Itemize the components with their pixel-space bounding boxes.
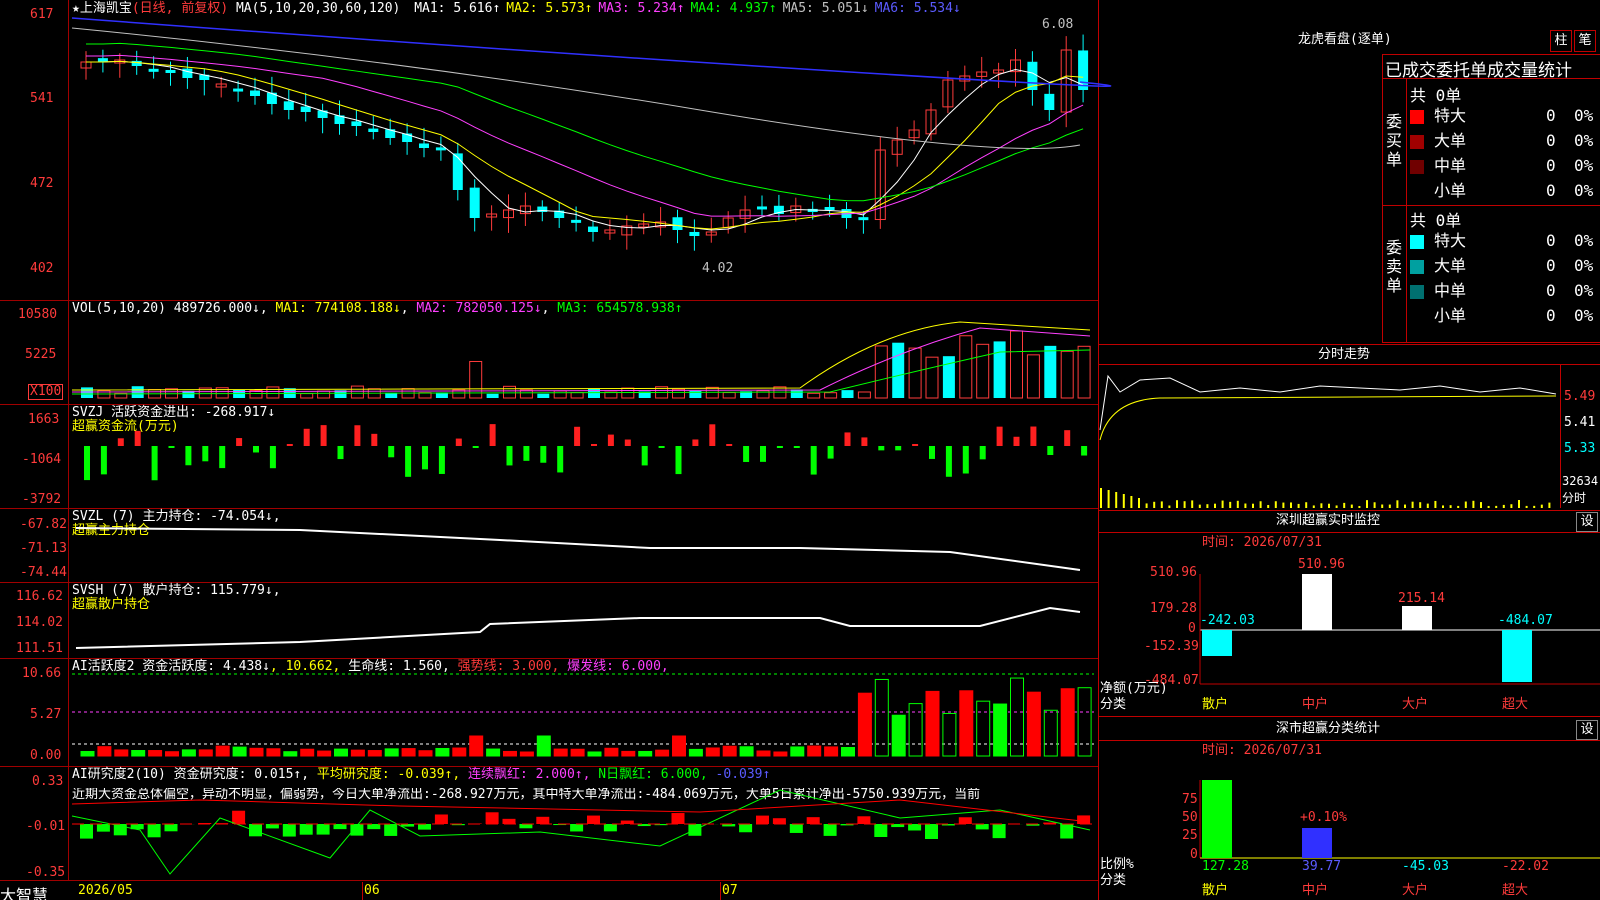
trend-vol-bar [1130, 496, 1133, 508]
trend-vol-bar [1100, 488, 1102, 508]
trend-vol-bar [1153, 501, 1156, 508]
trend-vol-bar [1449, 505, 1452, 508]
trend-vol-bar [1206, 504, 1209, 508]
trend-vol-bar [1115, 492, 1118, 508]
trend-vol-bar [1404, 504, 1406, 508]
trend-vol-bar [1312, 505, 1315, 508]
trend-vol-bar [1168, 505, 1171, 508]
trend-price-line [1099, 374, 1557, 431]
trend-vol-bar [1122, 494, 1125, 508]
trend-vol-bar [1495, 505, 1498, 508]
monitor-bar [1202, 630, 1232, 656]
trend-vol-bar [1480, 502, 1482, 508]
trend-vol-bar [1442, 505, 1444, 508]
trend-vol-bar [1221, 500, 1224, 508]
trend-vol-bar [1183, 501, 1186, 508]
trend-vol-bar [1343, 502, 1346, 508]
trend-vol-bar [1198, 504, 1201, 508]
trend-vol-bar [1366, 500, 1368, 508]
trend-vol-bar [1350, 504, 1353, 508]
class-bar [1202, 780, 1232, 858]
trend-vol-bar [1320, 503, 1323, 508]
trend-vol-bar [1358, 505, 1361, 508]
trend-vol-bar [1107, 490, 1110, 508]
trend-vol-bar [1267, 504, 1270, 508]
trend-vol-bar [1510, 504, 1513, 508]
trend-vol-bar [1426, 503, 1429, 508]
trend-vol-bar [1373, 502, 1376, 508]
trend-vol-bar [1472, 500, 1475, 508]
trend-avg-line [1099, 395, 1557, 441]
trend-vol-bar [1381, 504, 1384, 508]
trend-vol-bar [1229, 501, 1232, 508]
trend-vol-bar [1525, 505, 1528, 508]
trend-vol-bar [1328, 503, 1330, 508]
trend-vol-bar [1236, 500, 1239, 508]
monitor-bar [1402, 606, 1432, 630]
trend-vol-bar [1214, 503, 1216, 508]
trend-vol-bar [1411, 501, 1414, 508]
trend-vol-bar [1191, 500, 1194, 508]
trend-vol-bar [1138, 498, 1140, 508]
trend-vol-bar [1252, 503, 1254, 508]
trend-vol-bar [1335, 505, 1338, 508]
trend-vol-bar [1282, 502, 1285, 508]
trend-vol-bar [1274, 501, 1277, 508]
trend-vol-bar [1290, 502, 1292, 508]
trend-vol-bar [1502, 504, 1505, 508]
trend-vol-bar [1464, 501, 1467, 508]
monitor-bar [1302, 574, 1332, 630]
monitor-bar [1502, 630, 1532, 682]
trend-vol-bar [1434, 500, 1437, 508]
trend-vol-bar [1297, 503, 1300, 508]
right-panel-charts [1099, 374, 1600, 859]
trend-vol-bar [1419, 502, 1422, 508]
trend-vol-bar [1487, 505, 1490, 508]
trend-vol-bar [1396, 500, 1399, 508]
trend-vol-bar [1259, 501, 1262, 508]
trend-vol-bar [1548, 502, 1551, 508]
trend-vol-bar [1388, 504, 1391, 508]
class-bar [1302, 828, 1332, 858]
trend-vol-bar [1145, 503, 1148, 508]
stock-terminal-window: ★上海凯宝(日线, 前复权) MA(5,10,20,30,60,120) MA1… [0, 0, 1600, 900]
trend-vol-bar [1540, 504, 1543, 508]
trend-vol-bar [1160, 501, 1163, 508]
trend-vol-bar [1518, 500, 1520, 508]
trend-vol-bar [1533, 505, 1536, 508]
trend-vol-bar [1457, 505, 1460, 508]
trend-vol-bar [1176, 500, 1178, 508]
trend-vol-bar [1244, 503, 1247, 508]
trend-vol-bar [1305, 502, 1308, 508]
